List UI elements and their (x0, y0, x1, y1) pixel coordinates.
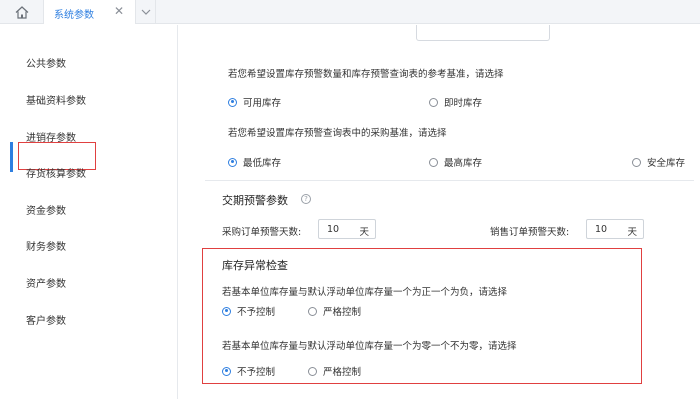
partial-input-field[interactable] (416, 25, 550, 41)
question-zero-mismatch: 若基本单位库存量与默认浮动单位库存量一个为零一个不为零，请选择 (222, 341, 517, 352)
sales-warning-days-label: 销售订单预警天数: (490, 227, 570, 238)
radio-dot (228, 157, 237, 167)
sidebar: 公共参数 基础资料参数 进销存参数 存货核算参数 资金参数 财务参数 资产参数 … (0, 25, 178, 399)
question-sign-mismatch: 若基本单位库存量与默认浮动单位库存量一个为正一个为负，请选择 (222, 287, 508, 298)
radio-realtime-stock[interactable]: 即时库存 (429, 95, 482, 109)
sidebar-item-funds[interactable]: 资金参数 (26, 202, 66, 217)
input-unit: 天 (627, 227, 637, 238)
radio-label: 严格控制 (323, 367, 362, 378)
sidebar-item-finance[interactable]: 财务参数 (26, 238, 66, 253)
purchase-warning-days-label: 采购订单预警天数: (222, 227, 302, 238)
radio-dot (429, 157, 438, 167)
radio-label: 安全库存 (647, 158, 686, 169)
inventory-check-title: 库存异常检查 (222, 259, 288, 272)
sales-warning-days-input[interactable]: 10 天 (586, 219, 644, 239)
radio-label: 不予控制 (237, 307, 276, 318)
sidebar-item-public[interactable]: 公共参数 (26, 55, 66, 70)
sidebar-item-inventory[interactable]: 进销存参数 (26, 129, 76, 144)
sidebar-active-indicator (10, 142, 13, 172)
radio-dot (308, 366, 317, 376)
radio-label: 最低库存 (243, 158, 282, 169)
radio-dot (228, 97, 237, 107)
radio-dot (429, 97, 438, 107)
radio-min-stock[interactable]: 最低库存 (228, 155, 281, 169)
radio-label: 最高库存 (444, 158, 483, 169)
radio-strict-control-1[interactable]: 严格控制 (308, 304, 361, 318)
home-button[interactable] (0, 0, 44, 24)
radio-dot (632, 157, 641, 167)
input-value: 10 (595, 224, 608, 235)
question-warning-baseline: 若您希望设置库存预警数量和库存预警查询表的参考基准，请选择 (228, 69, 504, 80)
question-purchase-baseline: 若您希望设置库存预警查询表中的采购基准，请选择 (228, 128, 447, 139)
radio-max-stock[interactable]: 最高库存 (429, 155, 482, 169)
tab-dropdown-button[interactable] (136, 0, 156, 24)
chevron-down-icon (141, 9, 150, 15)
sidebar-item-stock-accounting[interactable]: 存货核算参数 (26, 165, 86, 180)
delivery-warning-title: 交期预警参数 (222, 194, 288, 207)
purchase-warning-days-input[interactable]: 10 天 (318, 219, 376, 239)
sidebar-item-assets[interactable]: 资产参数 (26, 275, 66, 290)
tab-label: 系统参数 (54, 10, 94, 21)
radio-no-control-2[interactable]: 不予控制 (222, 364, 275, 378)
radio-strict-control-2[interactable]: 严格控制 (308, 364, 361, 378)
sidebar-item-basic-data[interactable]: 基础资料参数 (26, 92, 86, 107)
radio-dot (222, 306, 231, 316)
tab-bar: 系统参数 ✕ (0, 0, 700, 24)
radio-no-control-1[interactable]: 不予控制 (222, 304, 275, 318)
sidebar-item-customer[interactable]: 客户参数 (26, 312, 66, 327)
radio-label: 可用库存 (243, 98, 282, 109)
section-divider (205, 180, 694, 181)
input-value: 10 (327, 224, 340, 235)
radio-available-stock[interactable]: 可用库存 (228, 95, 281, 109)
radio-label: 不予控制 (237, 367, 276, 378)
home-icon (15, 5, 28, 19)
radio-dot (308, 306, 317, 316)
close-icon[interactable]: ✕ (114, 4, 124, 18)
tab-system-params[interactable]: 系统参数 ✕ (44, 0, 136, 24)
help-icon[interactable]: ? (301, 194, 311, 204)
input-unit: 天 (359, 227, 369, 238)
radio-safety-stock[interactable]: 安全库存 (632, 155, 685, 169)
radio-label: 即时库存 (444, 98, 483, 109)
radio-label: 严格控制 (323, 307, 362, 318)
radio-dot (222, 366, 231, 376)
